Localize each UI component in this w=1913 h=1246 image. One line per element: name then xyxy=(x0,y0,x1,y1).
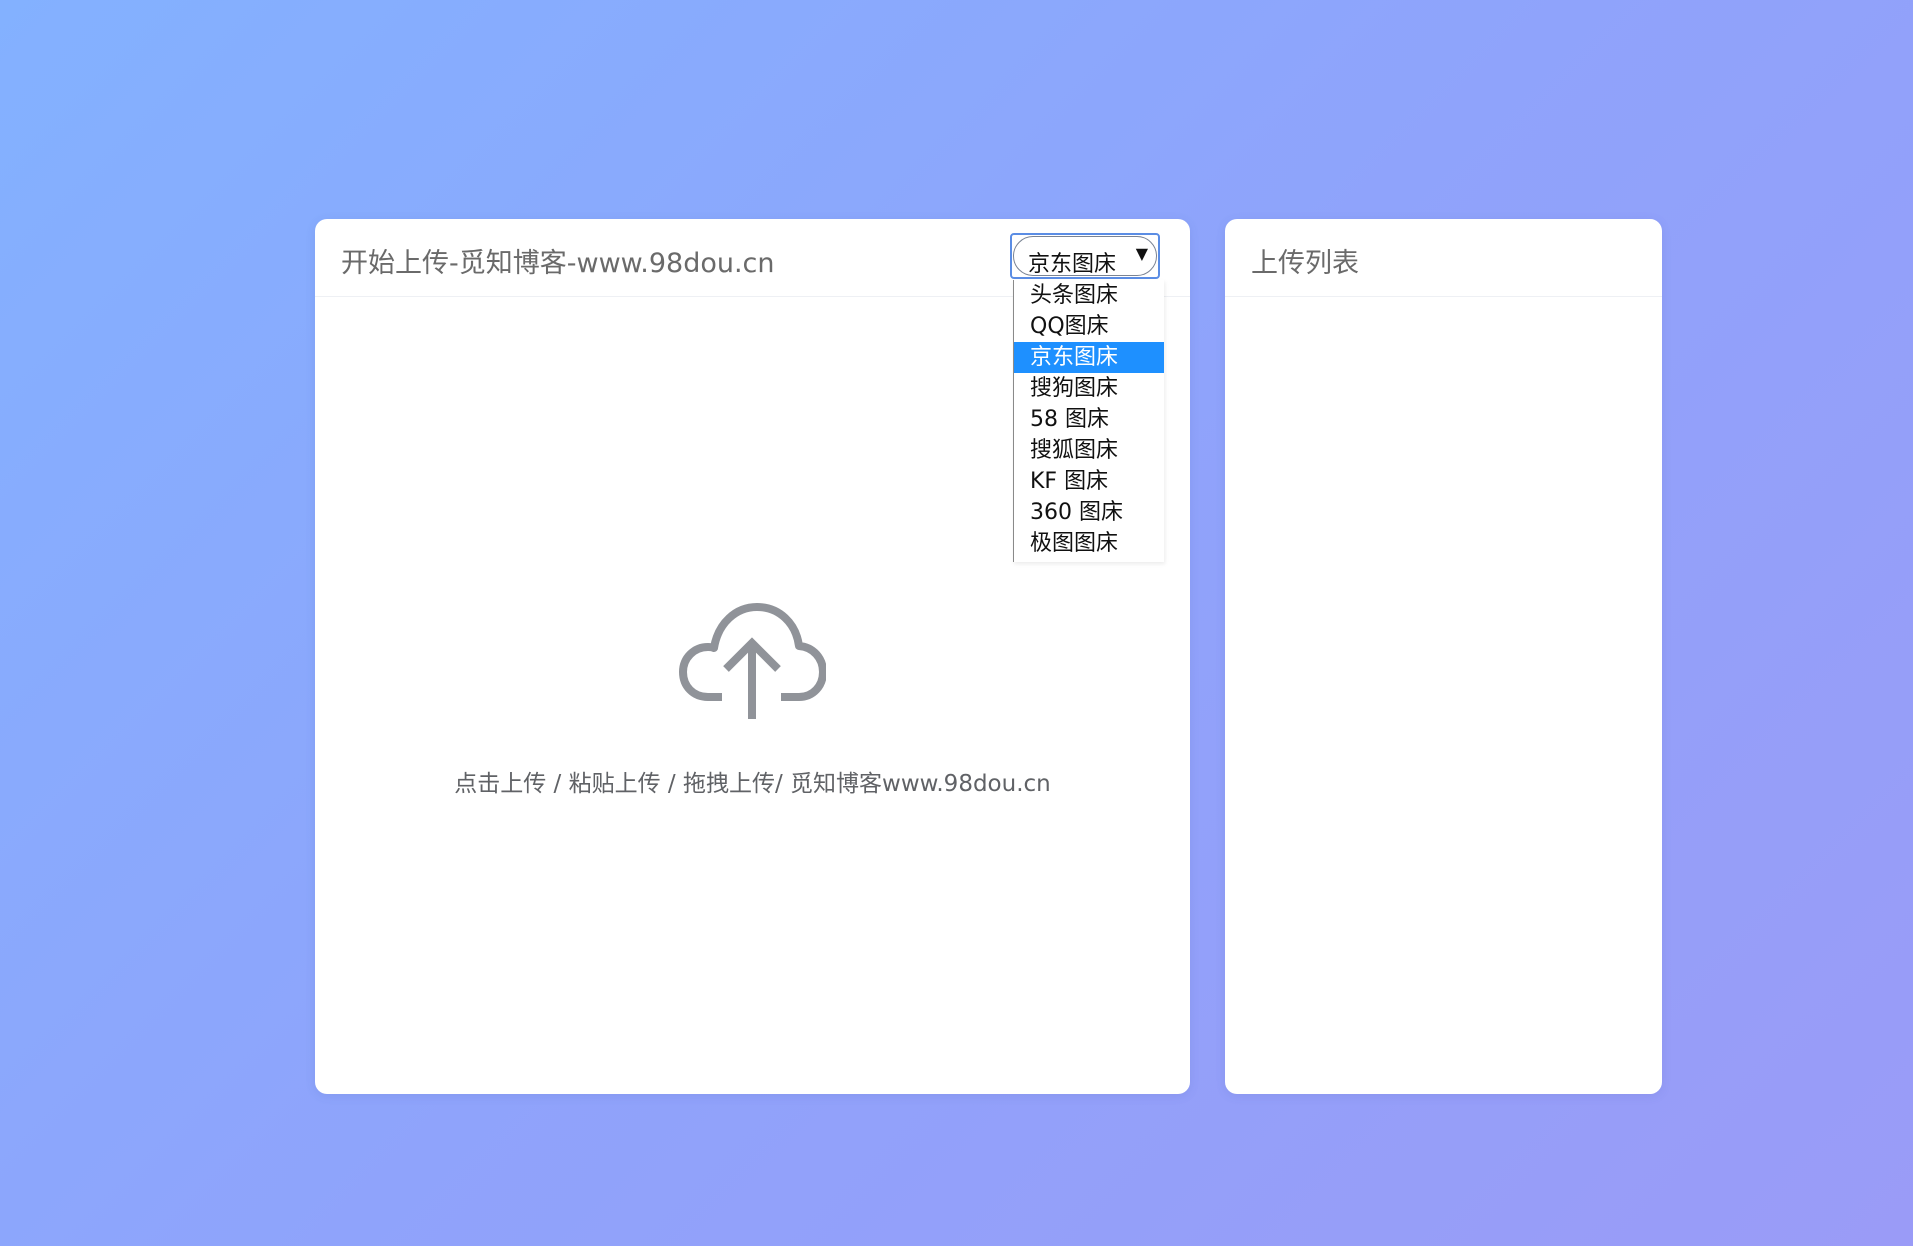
upload-list-panel: 上传列表 xyxy=(1225,219,1662,1094)
upload-list-header: 上传列表 xyxy=(1225,219,1662,297)
upload-panel: 开始上传-觅知博客-www.98dou.cn 京东图床 ▼ 头条图床 QQ图床 … xyxy=(315,219,1190,1094)
upload-panel-title: 开始上传-觅知博客-www.98dou.cn xyxy=(341,248,775,279)
upload-hint-text: 点击上传 / 粘贴上传 / 拖拽上传/ 觅知博客www.98dou.cn xyxy=(454,771,1051,797)
upload-drop-zone[interactable]: 点击上传 / 粘贴上传 / 拖拽上传/ 觅知博客www.98dou.cn xyxy=(315,297,1190,1094)
cloud-upload-icon xyxy=(679,603,826,719)
upload-list-title: 上传列表 xyxy=(1251,248,1359,279)
image-host-selected-value: 京东图床 xyxy=(1028,252,1117,277)
dropdown-arrow-icon: ▼ xyxy=(1135,244,1148,263)
upload-panel-header: 开始上传-觅知博客-www.98dou.cn 京东图床 ▼ 头条图床 QQ图床 … xyxy=(315,219,1190,562)
image-host-select[interactable]: 京东图床 ▼ xyxy=(1010,233,1160,279)
